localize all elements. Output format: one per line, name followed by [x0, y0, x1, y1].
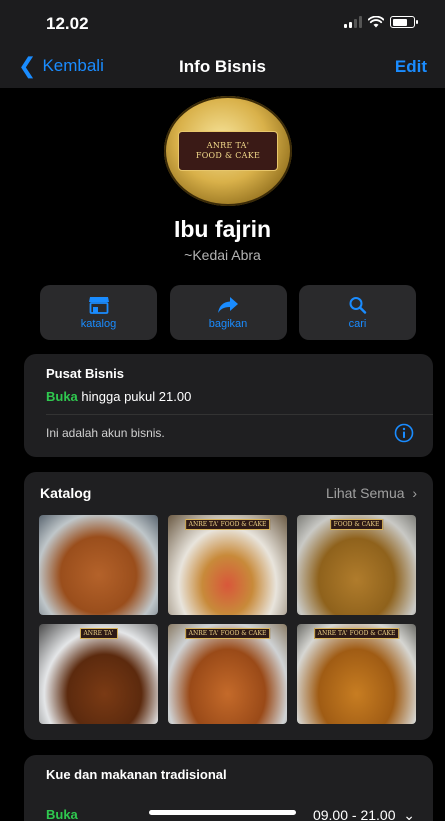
chevron-right-icon: ›: [408, 485, 417, 501]
action-buttons: katalog bagikan cari: [40, 285, 416, 340]
open-status: Buka: [46, 389, 78, 404]
catalog-grid: ANRE TA' FOOD & CAKE FOOD & CAKE ANRE TA…: [39, 515, 416, 724]
battery-icon: [390, 16, 418, 28]
header-area: 12.02 ❮ Kembali Info Bisnis Edit: [0, 0, 445, 88]
item-logo-tag: ANRE TA' FOOD & CAKE: [184, 628, 271, 639]
business-name: Ibu fajrin: [173, 216, 272, 242]
search-button[interactable]: cari: [299, 285, 416, 340]
chevron-down-icon: ⌄: [399, 807, 415, 821]
store-icon: [88, 296, 109, 314]
category-open-status: Buka: [46, 807, 78, 821]
info-icon[interactable]: [394, 423, 414, 443]
wifi-icon: [368, 16, 384, 28]
item-logo-tag: FOOD & CAKE: [329, 519, 384, 530]
share-button[interactable]: bagikan: [169, 285, 287, 340]
catalog-item[interactable]: ANRE TA' FOOD & CAKE: [297, 624, 416, 724]
catalog-item[interactable]: ANRE TA' FOOD & CAKE: [168, 624, 287, 724]
catalog-item[interactable]: ANRE TA': [39, 624, 158, 724]
business-center-title: Pusat Bisnis: [46, 366, 125, 381]
logo-banner: ANRE TA' FOOD & CAKE: [178, 131, 278, 171]
home-indicator[interactable]: [149, 810, 296, 815]
catalog-item[interactable]: ANRE TA' FOOD & CAKE: [168, 515, 287, 615]
edit-button[interactable]: Edit: [395, 57, 427, 77]
logo-text-line1: ANRE TA': [206, 141, 250, 150]
hours-text: hingga pukul 21.00: [81, 389, 192, 404]
catalog-card: Katalog Lihat Semua › ANRE TA' FOOD & CA…: [24, 472, 433, 740]
category-hours-text: 09.00 - 21.00: [312, 807, 396, 821]
category-title: Kue dan makanan tradisional: [46, 767, 227, 782]
catalog-item[interactable]: FOOD & CAKE: [297, 515, 416, 615]
status-bar: 12.02: [0, 0, 445, 44]
see-all-link[interactable]: Lihat Semua ›: [326, 485, 417, 501]
item-logo-tag: ANRE TA' FOOD & CAKE: [313, 628, 400, 639]
share-arrow-icon: [218, 296, 238, 313]
status-icons: [344, 16, 418, 28]
divider: [46, 414, 433, 415]
status-time: 12.02: [46, 14, 89, 33]
share-label: bagikan: [208, 317, 248, 330]
page-title: Info Bisnis: [179, 57, 266, 76]
business-handle: ~Kedai Abra: [184, 247, 261, 263]
search-label: cari: [348, 317, 367, 330]
catalog-button[interactable]: katalog: [40, 285, 157, 340]
catalog-label: katalog: [80, 317, 117, 330]
business-center-card: Pusat Bisnis Buka hingga pukul 21.00 Ini…: [24, 354, 433, 457]
logo-text-line2: FOOD & CAKE: [195, 151, 261, 160]
signal-icon: [344, 16, 362, 28]
catalog-title: Katalog: [40, 485, 92, 501]
search-icon: [349, 296, 366, 314]
category-hours[interactable]: 09.00 - 21.00 ⌄: [313, 807, 415, 821]
business-logo[interactable]: ANRE TA' FOOD & CAKE: [164, 96, 292, 206]
item-logo-tag: ANRE TA': [79, 628, 118, 639]
item-logo-tag: ANRE TA' FOOD & CAKE: [184, 519, 271, 530]
nav-bar: ❮ Kembali Info Bisnis Edit: [0, 48, 445, 88]
catalog-item[interactable]: [39, 515, 158, 615]
business-hours: Buka hingga pukul 21.00: [46, 389, 191, 404]
business-account-note: Ini adalah akun bisnis.: [46, 426, 165, 440]
see-all-label: Lihat Semua: [325, 485, 405, 501]
